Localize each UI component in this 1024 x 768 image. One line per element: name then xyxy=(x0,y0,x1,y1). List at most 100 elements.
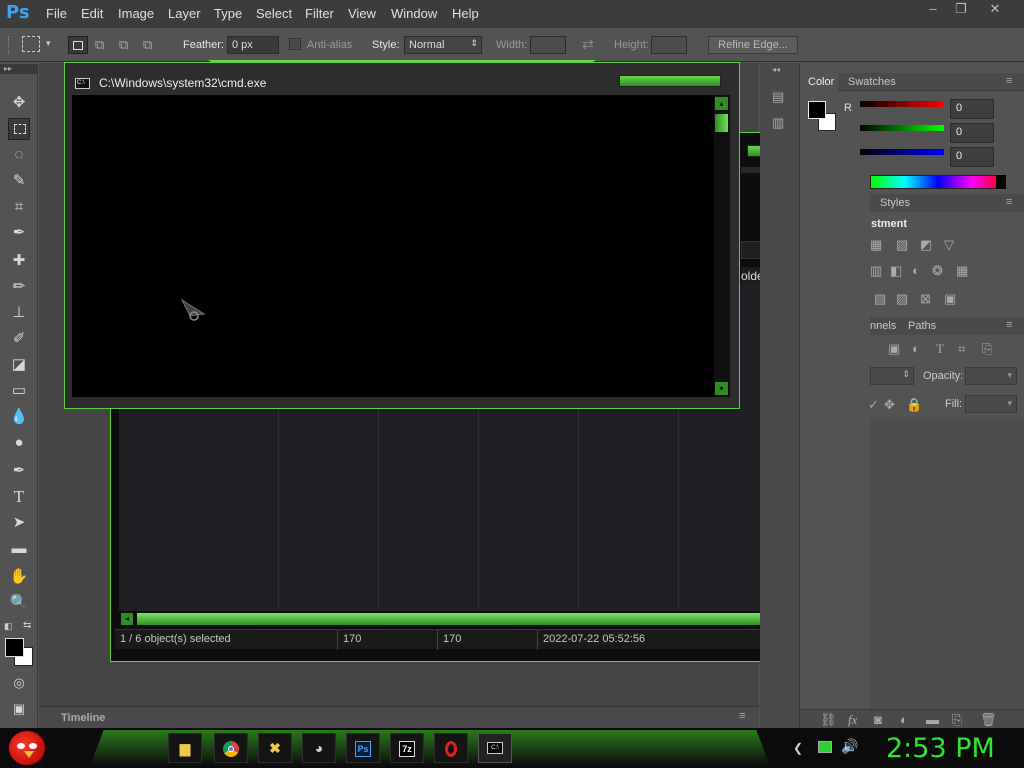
history-panel-icon[interactable]: ▤ xyxy=(772,89,784,105)
lock-position-icon[interactable]: ✥ xyxy=(884,397,895,413)
spectrum-black[interactable] xyxy=(996,175,1006,189)
tray-network-icon[interactable] xyxy=(818,741,832,753)
tab-styles[interactable]: Styles xyxy=(880,197,910,209)
minimize-button[interactable]: – xyxy=(918,0,948,20)
cmd-console[interactable] xyxy=(72,95,714,397)
new-layer-icon[interactable]: ⎘ xyxy=(952,712,962,728)
brush-tool-icon[interactable]: ✏ xyxy=(8,276,30,298)
close-button[interactable]: ✕ xyxy=(980,0,1010,20)
r-value-input[interactable]: 0 xyxy=(950,99,994,119)
panel-menu-icon[interactable]: ≡ xyxy=(1006,319,1012,331)
lock-paint-icon[interactable]: ✓ xyxy=(868,397,879,413)
color-lookup-icon[interactable]: ▦ xyxy=(956,263,968,279)
new-selection-icon[interactable] xyxy=(68,36,88,54)
fill-input[interactable]: ▾ xyxy=(965,395,1017,413)
marquee-preset-icon[interactable] xyxy=(22,36,40,52)
foreground-color-swatch[interactable] xyxy=(5,638,24,657)
path-select-tool-icon[interactable]: ➤ xyxy=(8,512,30,534)
height-input[interactable] xyxy=(651,36,687,54)
gradient-map-icon[interactable]: ▣ xyxy=(944,291,956,307)
hue-icon[interactable]: ▥ xyxy=(870,263,882,279)
type-tool-icon[interactable]: T xyxy=(8,486,30,508)
add-mask-icon[interactable]: ◙ xyxy=(874,712,882,727)
swap-colors-icon[interactable]: ⇆ xyxy=(23,620,31,631)
antialias-checkbox[interactable] xyxy=(289,38,301,50)
pen-tool-icon[interactable]: ✒ xyxy=(8,460,30,482)
width-input[interactable] xyxy=(530,36,566,54)
scroll-thumb[interactable] xyxy=(137,613,821,625)
style-select[interactable]: Normal ⇕ xyxy=(404,36,482,54)
tab-swatches[interactable]: Swatches xyxy=(848,76,896,88)
link-layers-icon[interactable]: ⛓ xyxy=(820,712,837,728)
cmd-window-controls[interactable] xyxy=(619,75,721,87)
filter-shape-icon[interactable]: ⌗ xyxy=(958,341,965,357)
fg-color-swatch[interactable] xyxy=(808,101,826,119)
delete-layer-icon[interactable]: 🗑 xyxy=(980,712,997,728)
screen-mode-icon[interactable]: ▣ xyxy=(8,698,30,720)
panel-menu-icon[interactable]: ≡ xyxy=(739,710,745,722)
healing-brush-tool-icon[interactable]: ✚ xyxy=(8,250,30,272)
quick-mask-icon[interactable]: ◎ xyxy=(8,672,30,694)
color-spectrum-bar[interactable] xyxy=(870,175,1006,189)
menu-image[interactable]: Image xyxy=(118,6,154,21)
default-colors-icon[interactable]: ◧ xyxy=(4,621,13,632)
menu-type[interactable]: Type xyxy=(214,6,242,21)
tab-color[interactable]: Color xyxy=(808,76,834,88)
levels-icon[interactable]: ▦ xyxy=(870,237,882,253)
taskbar-x-app-icon[interactable]: ✖ xyxy=(258,733,292,763)
filter-smart-icon[interactable]: ⎘ xyxy=(982,341,992,357)
blend-mode-select[interactable]: ⇕ xyxy=(870,367,914,385)
intersect-selection-icon[interactable]: ⧉ xyxy=(143,37,152,53)
restore-button[interactable]: ❐ xyxy=(946,0,976,20)
menu-layer[interactable]: Layer xyxy=(168,6,201,21)
b-value-input[interactable]: 0 xyxy=(950,147,994,167)
cmd-scroll-thumb[interactable] xyxy=(715,114,728,132)
menu-window[interactable]: Window xyxy=(391,6,437,21)
menu-edit[interactable]: Edit xyxy=(81,6,103,21)
taskbar-photoshop-icon[interactable]: Ps xyxy=(346,733,380,763)
scroll-up-icon[interactable]: ▴ xyxy=(715,97,728,110)
scroll-left-icon[interactable]: ◂ xyxy=(121,613,133,625)
filter-type-icon[interactable]: T xyxy=(936,341,944,357)
toolbar-collapse-icon[interactable]: ▸▸ xyxy=(0,64,38,74)
tab-channels[interactable]: nnels xyxy=(870,320,896,332)
filter-adjust-icon[interactable]: ◐ xyxy=(912,341,920,356)
color-balance-icon[interactable]: ◧ xyxy=(890,263,902,279)
r-slider[interactable] xyxy=(860,101,944,107)
subtract-selection-icon[interactable]: ⧉ xyxy=(119,37,128,53)
black-white-icon[interactable]: ◐ xyxy=(912,263,920,278)
taskbar-7zip-icon[interactable]: 7z xyxy=(390,733,424,763)
start-button-angry-bird-icon[interactable] xyxy=(8,730,46,766)
adjustment-layer-icon[interactable]: ◐ xyxy=(900,712,908,727)
refine-edge-button[interactable]: Refine Edge... xyxy=(708,36,798,54)
lasso-tool-icon[interactable]: ◌ xyxy=(8,144,30,166)
eyedropper-tool-icon[interactable]: ✒ xyxy=(8,222,30,244)
quick-select-tool-icon[interactable]: ✎ xyxy=(8,170,30,192)
eraser-tool-icon[interactable]: ◪ xyxy=(8,354,30,376)
layers-list[interactable] xyxy=(870,419,1024,709)
g-value-input[interactable]: 0 xyxy=(950,123,994,143)
threshold-icon[interactable]: ⊠ xyxy=(920,291,931,307)
gradient-tool-icon[interactable]: ▭ xyxy=(8,380,30,402)
taskbar-opera-icon[interactable] xyxy=(434,733,468,763)
channel-mixer-icon[interactable]: ❂ xyxy=(932,263,943,279)
tab-paths[interactable]: Paths xyxy=(908,320,936,332)
zoom-tool-icon[interactable]: 🔍 xyxy=(8,592,30,614)
vibrance-icon[interactable]: ▽ xyxy=(944,237,954,253)
menu-filter[interactable]: Filter xyxy=(305,6,334,21)
curves-icon[interactable]: ▨ xyxy=(896,237,908,253)
crop-tool-icon[interactable]: ⌗ xyxy=(8,196,30,218)
tray-arrow-icon[interactable]: ❮ xyxy=(793,741,803,755)
menu-view[interactable]: View xyxy=(348,6,376,21)
lock-all-icon[interactable]: 🔒 xyxy=(906,397,922,413)
g-slider[interactable] xyxy=(860,125,944,131)
add-selection-icon[interactable]: ⧉ xyxy=(95,37,104,53)
b-slider[interactable] xyxy=(860,149,944,155)
scroll-down-icon[interactable]: ▾ xyxy=(715,382,728,395)
new-group-icon[interactable]: ▬ xyxy=(926,712,939,727)
panel-menu-icon[interactable]: ≡ xyxy=(1006,75,1012,87)
taskbar-folder-icon[interactable]: ▆ xyxy=(168,733,202,763)
blur-tool-icon[interactable]: 💧 xyxy=(8,406,30,428)
panel-menu-icon[interactable]: ≡ xyxy=(1006,196,1012,208)
cmd-scrollbar[interactable]: ▴ ▾ xyxy=(714,95,730,397)
